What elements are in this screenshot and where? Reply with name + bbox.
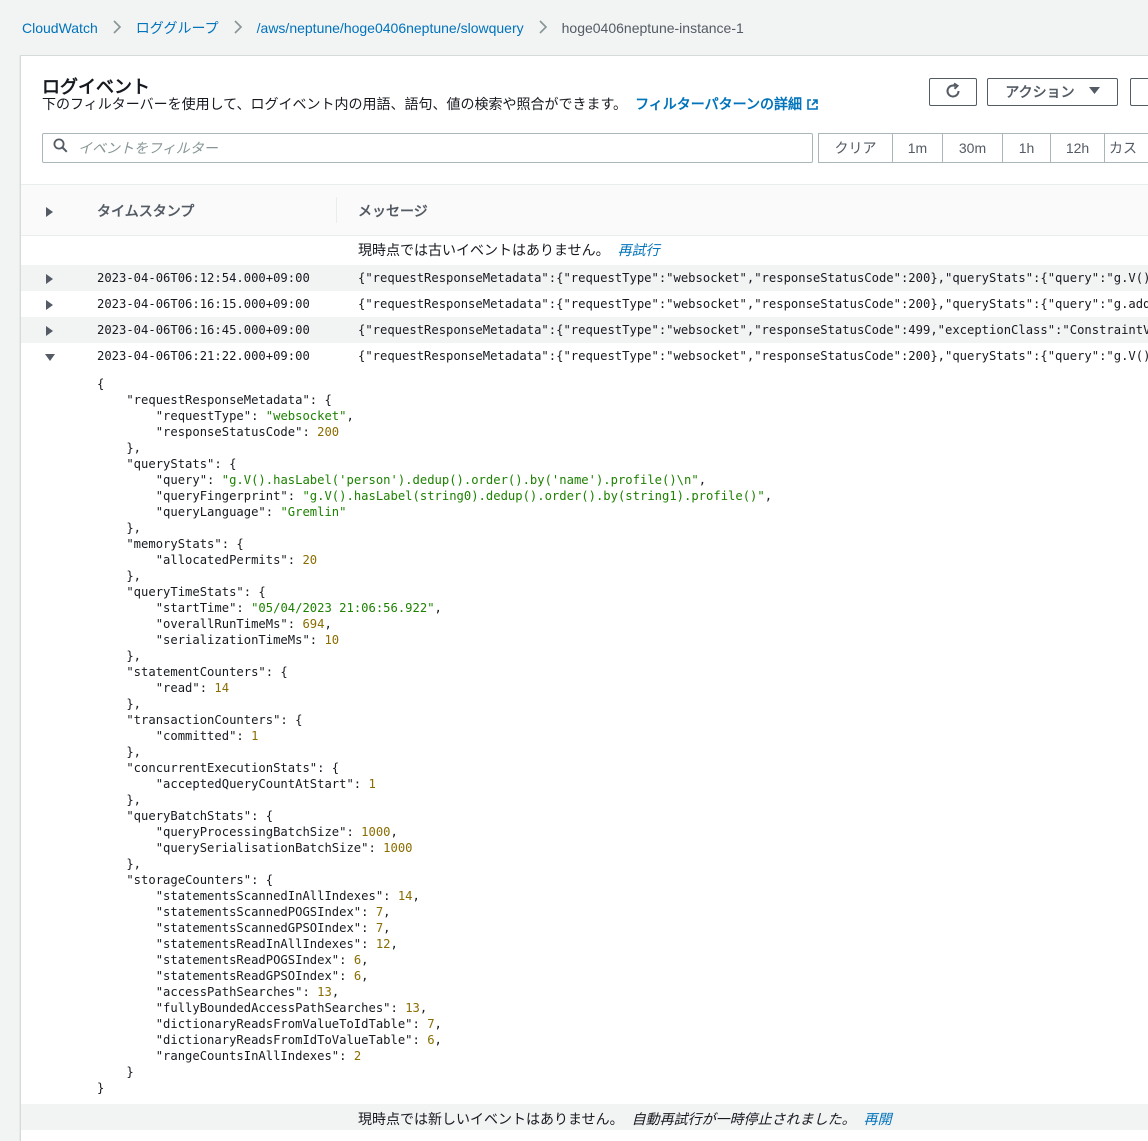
- breadcrumb-log-group[interactable]: /aws/neptune/hoge0406neptune/slowquery: [257, 20, 524, 36]
- json-number-value: 6: [427, 1033, 435, 1047]
- time-range-1m[interactable]: 1m: [893, 134, 943, 162]
- json-string-value: "g.V().hasLabel('person').dedup().order(…: [221, 473, 699, 487]
- time-range-selector: クリア 1m 30m 1h 12h カス: [818, 133, 1148, 163]
- retry-link[interactable]: 再試行: [618, 242, 660, 258]
- triangle-right-icon[interactable]: [45, 325, 54, 339]
- chevron-right-icon: [536, 19, 550, 37]
- chevron-right-icon: [231, 19, 245, 37]
- json-string-value: "05/04/2023 21:06:56.922": [251, 601, 435, 615]
- description-text: 下のフィルターバーを使用して、ログイベント内の用語、語句、値の検索や照合ができま…: [42, 96, 628, 112]
- json-number-value: 6: [353, 969, 362, 983]
- json-number-value: 7: [375, 921, 384, 935]
- json-number-value: 1000: [383, 841, 413, 855]
- caret-down-icon: [1088, 86, 1100, 98]
- panel-description: 下のフィルターバーを使用して、ログイベント内の用語、語句、値の検索や照合ができま…: [42, 94, 819, 114]
- filter-pattern-link[interactable]: フィルターパターンの詳細: [635, 96, 819, 112]
- triangle-right-icon[interactable]: [45, 273, 54, 287]
- refresh-icon: [944, 82, 962, 103]
- external-link-icon: [806, 98, 819, 114]
- breadcrumb-current: hoge0406neptune-instance-1: [561, 20, 744, 36]
- table-footer: 現時点では新しいイベントはありません。 自動再試行が一時停止されました。 再開: [21, 1104, 1148, 1130]
- json-number-value: 13: [317, 985, 332, 999]
- json-number-value: 1: [251, 729, 259, 743]
- table-row-expanded[interactable]: 2023-04-06T06:21:22.000+09:00 {"requestR…: [21, 343, 1148, 369]
- row-message: {"requestResponseMetadata":{"requestType…: [358, 349, 1148, 363]
- row-timestamp: 2023-04-06T06:12:54.000+09:00: [97, 271, 310, 285]
- time-range-12h[interactable]: 12h: [1051, 134, 1105, 162]
- json-number-value: 12: [375, 937, 391, 951]
- column-divider: [336, 197, 337, 223]
- auto-retry-paused-text: 自動再試行が一時停止されました。: [631, 1111, 856, 1127]
- actions-button-label: アクション: [1005, 84, 1075, 100]
- more-button[interactable]: [1130, 78, 1148, 106]
- time-range-custom[interactable]: カス: [1105, 134, 1148, 162]
- json-string-value: "g.V().hasLabel(string0).dedup().order()…: [302, 489, 765, 503]
- json-number-value: 2: [353, 1049, 362, 1063]
- row-timestamp: 2023-04-06T06:16:15.000+09:00: [97, 297, 310, 311]
- json-number-value: 14: [397, 889, 413, 903]
- no-older-events-text: 現時点では古いイベントはありません。: [358, 242, 610, 258]
- breadcrumb: CloudWatch ロググループ /aws/neptune/hoge0406n…: [22, 18, 744, 38]
- json-number-value: 6: [353, 953, 362, 967]
- json-number-value: 13: [405, 1001, 420, 1015]
- triangle-right-icon[interactable]: [45, 204, 54, 222]
- json-number-value: 7: [427, 1017, 435, 1031]
- row-message: {"requestResponseMetadata":{"requestType…: [358, 297, 1148, 311]
- filter-pattern-link-label: フィルターパターンの詳細: [635, 96, 802, 112]
- no-newer-events-text: 現時点では新しいイベントはありません。: [358, 1111, 624, 1127]
- filter-events-field[interactable]: [42, 133, 813, 163]
- triangle-right-icon[interactable]: [45, 299, 54, 313]
- column-header-message[interactable]: メッセージ: [358, 201, 428, 221]
- row-timestamp: 2023-04-06T06:21:22.000+09:00: [97, 349, 310, 363]
- refresh-button[interactable]: [929, 78, 977, 106]
- breadcrumb-cloudwatch[interactable]: CloudWatch: [22, 20, 98, 36]
- table-row[interactable]: 2023-04-06T06:16:15.000+09:00 {"requestR…: [21, 291, 1148, 317]
- json-number-value: 7: [375, 905, 384, 919]
- json-number-value: 10: [324, 633, 340, 647]
- triangle-down-icon[interactable]: [45, 351, 55, 365]
- time-range-30m[interactable]: 30m: [943, 134, 1003, 162]
- row-timestamp: 2023-04-06T06:16:45.000+09:00: [97, 323, 310, 337]
- no-older-events-notice: 現時点では古いイベントはありません。 再試行: [358, 240, 660, 260]
- table-row[interactable]: 2023-04-06T06:12:54.000+09:00 {"requestR…: [21, 265, 1148, 291]
- json-number-value: 694: [302, 617, 325, 631]
- row-message: {"requestResponseMetadata":{"requestType…: [358, 323, 1148, 337]
- table-row[interactable]: 2023-04-06T06:16:45.000+09:00 {"requestR…: [21, 317, 1148, 343]
- resume-link[interactable]: 再開: [864, 1111, 892, 1127]
- json-number-value: 14: [214, 681, 230, 695]
- time-range-1h[interactable]: 1h: [1003, 134, 1051, 162]
- search-icon: [53, 138, 68, 158]
- json-number-value: 1000: [361, 825, 391, 839]
- log-events-panel: ログイベント 下のフィルターバーを使用して、ログイベント内の用語、語句、値の検索…: [20, 55, 1148, 1141]
- json-string-value: "Gremlin": [280, 505, 347, 519]
- chevron-right-icon: [110, 19, 124, 37]
- expanded-json-message: { "requestResponseMetadata": { "requestT…: [97, 377, 773, 1095]
- breadcrumb-log-groups[interactable]: ロググループ: [136, 18, 219, 38]
- table-header: タイムスタンプ メッセージ: [21, 184, 1148, 236]
- column-header-timestamp[interactable]: タイムスタンプ: [97, 201, 194, 221]
- row-message: {"requestResponseMetadata":{"requestType…: [358, 271, 1148, 285]
- json-number-value: 20: [302, 553, 318, 567]
- filter-events-input[interactable]: [76, 139, 780, 157]
- no-newer-events-notice: 現時点では新しいイベントはありません。 自動再試行が一時停止されました。 再開: [358, 1109, 892, 1129]
- actions-button[interactable]: アクション: [987, 78, 1118, 106]
- json-number-value: 200: [317, 425, 340, 439]
- time-range-clear[interactable]: クリア: [819, 134, 893, 162]
- json-number-value: 1: [368, 777, 376, 791]
- json-string-value: "websocket": [265, 409, 347, 423]
